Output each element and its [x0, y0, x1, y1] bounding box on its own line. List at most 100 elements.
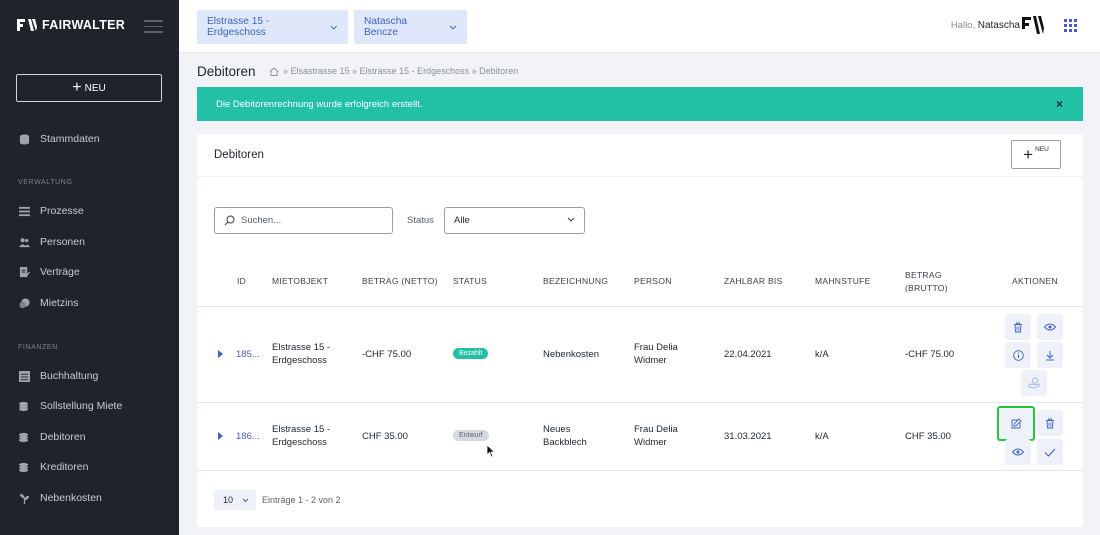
row-id-link[interactable]: 185... [236, 348, 260, 361]
sidebar-item-stammdaten[interactable]: Stammdaten [19, 133, 100, 145]
sidebar-item-label: Debitoren [40, 431, 86, 443]
column-header-bezeichnung[interactable]: BEZEICHNUNG [543, 276, 608, 286]
menu-toggle-icon[interactable] [144, 20, 163, 37]
sidebar-new-button[interactable]: + NEU [16, 74, 162, 102]
sidebar-item-label: Stammdaten [40, 133, 100, 145]
sidebar-item-vertraege[interactable]: Verträge [19, 266, 80, 278]
person-select[interactable]: Natascha Bencze [354, 10, 467, 44]
alert-close-icon[interactable]: × [1056, 97, 1063, 111]
list-icon [19, 206, 30, 216]
row-mietobjekt: Elstrasse 15 - Erdgeschoss [272, 341, 330, 367]
trash-icon [1046, 418, 1054, 428]
brand-logo[interactable]: FAIRWALTER [17, 18, 125, 32]
column-header-brutto-line2: (BRUTTO) [905, 283, 948, 293]
greeting-name: Natascha [977, 20, 1020, 31]
row-id-link[interactable]: 186... [236, 430, 260, 443]
plant-icon [19, 493, 30, 504]
view-button[interactable] [1037, 314, 1063, 340]
row-brutto: -CHF 75.00 [905, 349, 955, 360]
row-person-line1: Frau Delia [634, 342, 678, 353]
column-header-zahlbar[interactable]: ZAHLBAR BIS [724, 276, 783, 286]
greeting-prefix: Hallo, [950, 20, 976, 31]
sidebar-item-prozesse[interactable]: Prozesse [19, 205, 84, 217]
delete-button[interactable] [1005, 314, 1031, 340]
delete-button[interactable] [1037, 410, 1063, 436]
home-icon[interactable] [269, 66, 279, 76]
coins-icon [19, 462, 29, 472]
column-header-mahnstufe[interactable]: MAHNSTUFE [815, 276, 871, 286]
row-bezeichnung: Neues Backblech [543, 423, 587, 449]
plus-icon: + [1023, 145, 1034, 164]
page-size-value: 10 [223, 495, 234, 505]
row-mietobjekt-line2: Erdgeschoss [272, 355, 327, 366]
sidebar-item-kreditoren[interactable]: Kreditoren [19, 461, 88, 473]
column-header-netto[interactable]: BETRAG (NETTO) [362, 276, 438, 286]
app-grid-icon[interactable] [1064, 19, 1077, 32]
user-avatar-icon[interactable] [1022, 15, 1044, 35]
mouse-cursor-icon [486, 444, 496, 458]
column-header-mietobjekt[interactable]: MIETOBJEKT [272, 276, 328, 286]
column-header-status[interactable]: STATUS [453, 276, 487, 286]
trash-icon [1014, 322, 1022, 332]
edit-button[interactable] [997, 406, 1035, 441]
row-netto: CHF 35.00 [362, 431, 408, 442]
status-badge: Bezahlt [453, 348, 489, 359]
row-mietobjekt-line1: Elstrasse 15 - [272, 342, 331, 353]
logo-mark-icon [17, 18, 37, 32]
coins-icon [19, 297, 30, 308]
table-divider [197, 402, 1083, 403]
sidebar-item-label: Personen [40, 236, 85, 248]
download-button[interactable] [1037, 342, 1063, 368]
column-header-brutto[interactable]: BETRAG (BRUTTO) [905, 270, 948, 293]
sidebar-item-mietzins[interactable]: Mietzins [19, 297, 79, 309]
database-icon [19, 133, 30, 145]
download-icon [1046, 350, 1054, 360]
info-icon [1012, 349, 1024, 361]
coins-icon [19, 432, 29, 442]
breadcrumb-path[interactable]: » Elsastrasse 15 » Elstrasse 15 - Erdges… [283, 66, 518, 76]
sidebar-item-sollstellung-miete[interactable]: Sollstellung Miete [19, 400, 122, 412]
search-input[interactable] [241, 215, 381, 226]
row-person-line1: Frau Delia [634, 424, 678, 435]
row-netto: -CHF 75.00 [362, 349, 412, 360]
edit-icon [1011, 418, 1022, 429]
row-bezeichnung-line1: Neues [543, 424, 571, 435]
sidebar-item-label: Verträge [40, 266, 80, 278]
sidebar-item-debitoren[interactable]: Debitoren [19, 431, 86, 443]
card-title: Debitoren [214, 149, 264, 161]
expand-row-icon[interactable] [218, 432, 223, 440]
expand-row-icon[interactable] [218, 350, 223, 358]
approve-button[interactable] [1037, 439, 1063, 465]
property-select[interactable]: Elstrasse 15 - Erdgeschoss [197, 10, 348, 44]
brand-name: FAIRWALTER [42, 18, 126, 32]
info-button[interactable] [1005, 342, 1031, 368]
debitoren-card: Debitoren + NEU Status Alle ID MIETOBJEK… [197, 134, 1083, 527]
column-header-id[interactable]: ID [237, 276, 246, 286]
card-header: Debitoren + NEU [197, 134, 1083, 177]
sidebar-item-nebenkosten[interactable]: Nebenkosten [19, 492, 102, 504]
plus-icon: + [72, 79, 82, 96]
status-filter-label: Status [407, 215, 434, 226]
view-button[interactable] [1005, 439, 1031, 465]
page-title: Debitoren [197, 64, 256, 79]
ledger-icon [19, 370, 30, 382]
row-zahlbar: 31.03.2021 [724, 431, 772, 442]
row-person-line2: Widmer [634, 355, 667, 366]
sidebar-item-personen[interactable]: Personen [19, 236, 85, 248]
people-icon [19, 237, 30, 247]
row-mahnstufe: k/A [815, 431, 829, 442]
sidebar-item-buchhaltung[interactable]: Buchhaltung [19, 370, 98, 382]
search-field[interactable] [214, 207, 393, 234]
row-mahnstufe: k/A [815, 349, 829, 360]
sidebar-item-label: Nebenkosten [40, 492, 102, 504]
sidebar-item-label: Prozesse [40, 205, 84, 217]
status-filter-select[interactable]: Alle [444, 207, 585, 234]
page-size-select[interactable]: 10 [214, 490, 256, 510]
payment-button[interactable] [1021, 370, 1047, 396]
column-header-person[interactable]: PERSON [634, 276, 672, 286]
property-select-value: Elstrasse 15 - Erdgeschoss [207, 16, 270, 38]
entries-count: Einträge 1 - 2 von 2 [262, 495, 341, 505]
coins-icon [19, 401, 29, 411]
add-debitor-button[interactable]: + NEU [1011, 140, 1061, 169]
row-mietobjekt-line2: Erdgeschoss [272, 437, 327, 448]
